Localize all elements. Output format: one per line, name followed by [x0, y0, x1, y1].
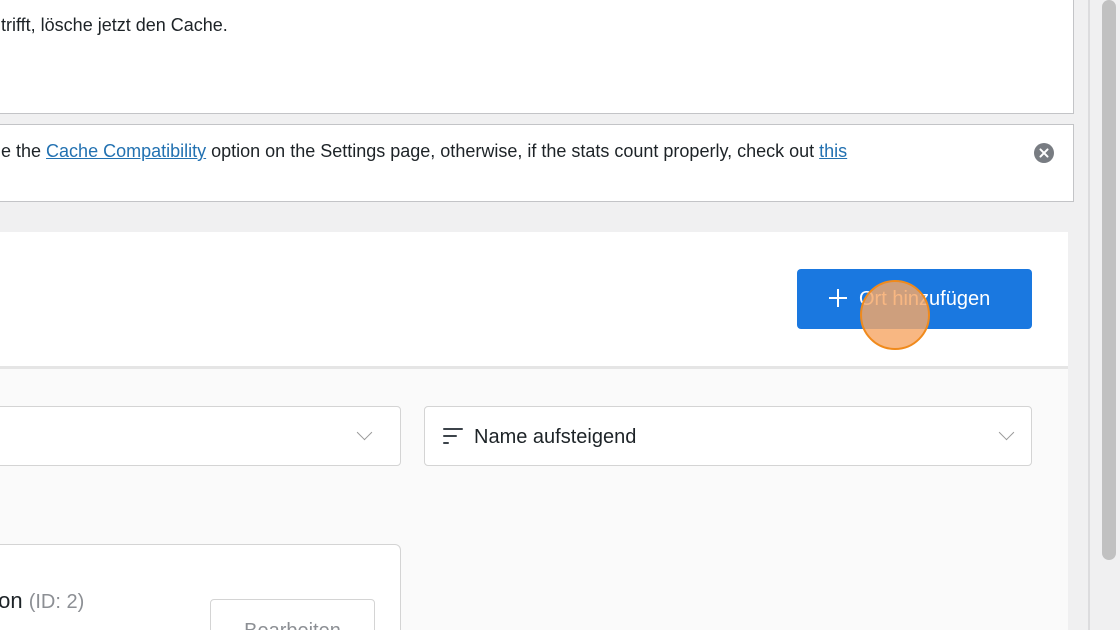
- chevron-down-icon: [998, 424, 1015, 441]
- location-name-text: fon: [0, 588, 23, 613]
- edit-location-button[interactable]: Bearbeiten: [210, 599, 375, 630]
- scrollbar-thumb[interactable]: [1102, 0, 1116, 560]
- header-divider: [0, 366, 1068, 369]
- content-edge: [1088, 0, 1090, 630]
- cache-compatibility-notice: e the Cache Compatibility option on the …: [0, 124, 1074, 202]
- add-location-label: Ort hinzufügen: [859, 288, 991, 310]
- this-link[interactable]: this: [819, 141, 847, 161]
- filter-select[interactable]: [0, 406, 401, 466]
- sort-icon: [443, 428, 465, 446]
- notice-text-before: e the: [1, 141, 47, 161]
- cache-notice-text: trifft, lösche jetzt den Cache.: [1, 15, 228, 35]
- cache-notice: trifft, lösche jetzt den Cache.: [0, 0, 1074, 114]
- notice-text-middle: option on the Settings page, otherwise, …: [206, 141, 820, 161]
- location-name: fon (ID: 2): [0, 588, 84, 615]
- cache-compatibility-link[interactable]: Cache Compatibility: [46, 141, 206, 161]
- edit-button-label: Bearbeiten: [211, 618, 374, 630]
- chevron-down-icon: [356, 424, 373, 441]
- page: trifft, lösche jetzt den Cache. e the Ca…: [0, 0, 1120, 630]
- plus-icon: [827, 287, 849, 309]
- close-circle-icon[interactable]: [1034, 143, 1054, 163]
- sort-select[interactable]: Name aufsteigend: [424, 406, 1032, 466]
- add-location-button[interactable]: Ort hinzufügen: [797, 269, 1032, 329]
- cache-compatibility-text: e the Cache Compatibility option on the …: [1, 139, 847, 163]
- location-id: (ID: 2): [28, 591, 85, 613]
- sort-select-value: Name aufsteigend: [474, 426, 637, 448]
